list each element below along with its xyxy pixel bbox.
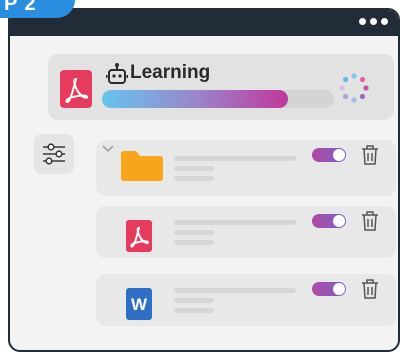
robot-icon (106, 63, 128, 84)
pdf-icon (126, 220, 152, 252)
folder-icon (121, 151, 163, 181)
loading-spinner-icon (339, 73, 369, 103)
sliders-icon (43, 143, 65, 165)
more-horizontal-icon[interactable] (359, 18, 388, 25)
list-item[interactable]: W (96, 274, 396, 326)
progress-fill (102, 90, 288, 108)
enable-toggle[interactable] (312, 148, 346, 162)
filter-button[interactable] (34, 134, 74, 174)
enable-toggle[interactable] (312, 214, 346, 228)
list-item[interactable] (96, 206, 396, 258)
task-title: Learning (130, 62, 211, 83)
trash-icon[interactable] (360, 144, 380, 166)
trash-icon[interactable] (360, 278, 380, 300)
pdf-icon (60, 70, 92, 108)
app-window: Learning W (8, 8, 400, 352)
trash-icon[interactable] (360, 210, 380, 232)
list-item[interactable] (96, 140, 396, 196)
word-icon: W (126, 288, 152, 320)
enable-toggle[interactable] (312, 282, 346, 296)
learning-task-card: Learning (48, 54, 394, 120)
progress-bar (102, 90, 334, 108)
step-badge: P 2 (0, 0, 75, 18)
chevron-down-icon[interactable] (102, 145, 114, 153)
